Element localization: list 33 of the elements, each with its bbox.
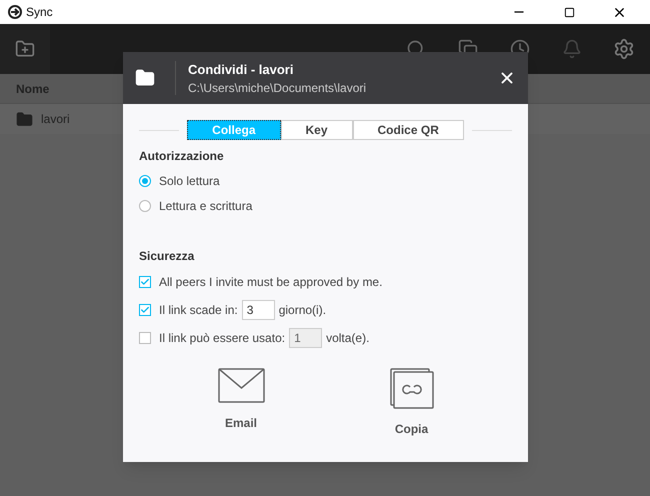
add-folder-button[interactable] bbox=[0, 24, 50, 74]
check-icon bbox=[140, 277, 150, 287]
app-logo-icon bbox=[8, 5, 22, 19]
envelope-icon bbox=[218, 368, 264, 403]
checkbox-label: Il link può essere usato: bbox=[159, 330, 286, 346]
folder-path: C:\Users\miche\Documents\lavori bbox=[188, 80, 368, 96]
gear-icon bbox=[613, 38, 635, 60]
radio-button[interactable] bbox=[139, 200, 151, 212]
link-icon bbox=[390, 368, 434, 409]
checkbox-label: All peers I invite must be approved by me. bbox=[159, 274, 382, 290]
window-title: Sync bbox=[26, 4, 53, 20]
section-heading: Autorizzazione bbox=[139, 148, 225, 164]
radio-label: Solo lettura bbox=[159, 173, 220, 189]
unit-label: giorno(i). bbox=[278, 302, 326, 318]
check-icon bbox=[140, 305, 150, 315]
email-button[interactable]: Email bbox=[218, 368, 264, 437]
section-heading: Sicurezza bbox=[139, 248, 196, 264]
checkbox[interactable] bbox=[139, 276, 151, 288]
radio-label: Lettura e scrittura bbox=[159, 198, 252, 214]
folder-icon bbox=[16, 110, 33, 128]
unit-label: volta(e). bbox=[326, 330, 370, 346]
bell-icon bbox=[562, 39, 582, 59]
tab[interactable]: Codice QR bbox=[352, 120, 464, 140]
maximize-icon bbox=[564, 6, 574, 18]
tab[interactable]: Key bbox=[280, 120, 353, 140]
copy-link-button[interactable]: Copia bbox=[390, 368, 434, 437]
folder-plus-icon bbox=[15, 39, 35, 59]
folder-icon bbox=[135, 68, 155, 88]
dialog-title: Condividi - lavori bbox=[188, 61, 294, 80]
checkbox-label: Il link scade in: bbox=[159, 302, 238, 318]
number-field[interactable]: 3 bbox=[242, 300, 275, 320]
checkbox[interactable] bbox=[139, 304, 151, 316]
radio-button[interactable] bbox=[139, 175, 151, 187]
